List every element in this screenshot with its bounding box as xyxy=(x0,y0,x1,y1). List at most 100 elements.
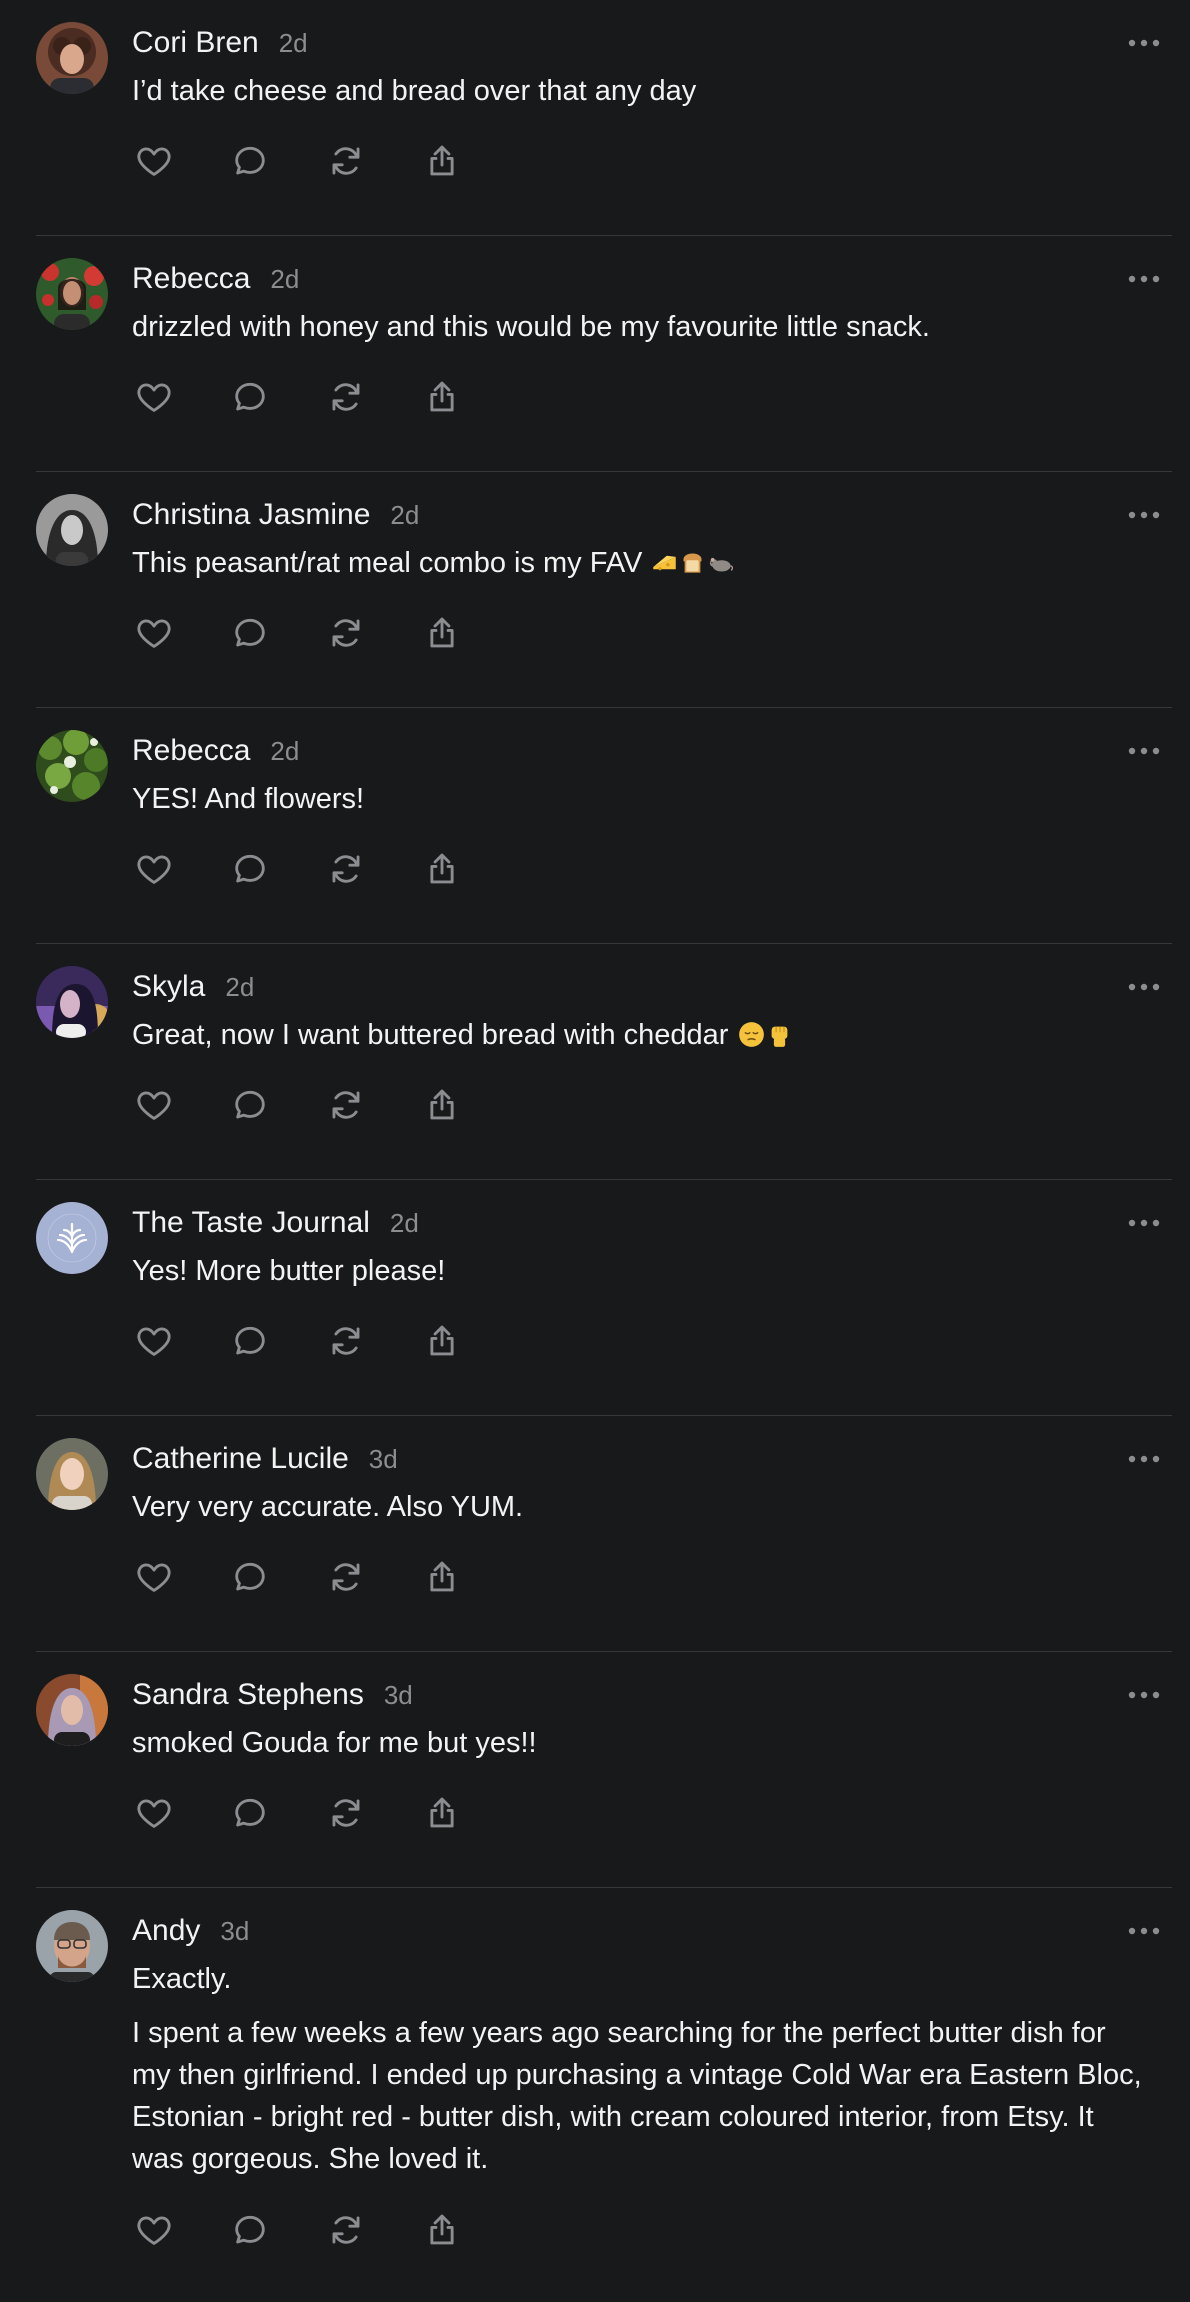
author-name[interactable]: Andy xyxy=(132,1914,200,1948)
post-text-content: This peasant/rat meal combo is my FAV xyxy=(132,547,643,579)
post-text-line: drizzled with honey and this would be my… xyxy=(132,311,930,343)
more-dots-icon[interactable] xyxy=(1122,1444,1166,1474)
share-icon[interactable] xyxy=(418,1321,466,1361)
repost-icon[interactable] xyxy=(322,849,370,889)
reply-post: The Taste Journal 2d Yes! More butter pl… xyxy=(0,1180,1190,1416)
author-name[interactable]: Sandra Stephens xyxy=(132,1678,364,1712)
speech-bubble-icon[interactable] xyxy=(226,849,274,889)
share-icon[interactable] xyxy=(418,141,466,181)
action-bar xyxy=(130,1793,466,1833)
action-bar xyxy=(130,141,466,181)
author-name[interactable]: Christina Jasmine xyxy=(132,498,370,532)
share-icon[interactable] xyxy=(418,377,466,417)
avatar[interactable] xyxy=(36,966,108,1038)
share-icon[interactable] xyxy=(418,1085,466,1125)
repost-icon[interactable] xyxy=(322,613,370,653)
timestamp: 2d xyxy=(389,1207,419,1238)
speech-bubble-icon[interactable] xyxy=(226,1321,274,1361)
avatar[interactable] xyxy=(36,1674,108,1746)
action-bar xyxy=(130,377,466,417)
heart-icon[interactable] xyxy=(130,141,178,181)
speech-bubble-icon[interactable] xyxy=(226,377,274,417)
avatar[interactable] xyxy=(36,1438,108,1510)
avatar[interactable] xyxy=(36,730,108,802)
avatar[interactable] xyxy=(36,1202,108,1274)
more-dots-icon[interactable] xyxy=(1122,1208,1166,1238)
author-name[interactable]: Rebecca xyxy=(132,262,250,296)
action-bar xyxy=(130,1321,466,1361)
share-icon[interactable] xyxy=(418,2210,466,2250)
more-dots-icon[interactable] xyxy=(1122,264,1166,294)
timestamp: 2d xyxy=(225,971,255,1002)
share-icon[interactable] xyxy=(418,1557,466,1597)
author-name[interactable]: Skyla xyxy=(132,970,205,1004)
post-text: Great, now I want buttered bread with ch… xyxy=(132,1014,1142,1056)
timestamp: 3d xyxy=(220,1915,250,1946)
heart-icon[interactable] xyxy=(130,1793,178,1833)
replies-thread: Cori Bren 2d I’d take cheese and bread o… xyxy=(0,0,1190,2302)
author-name[interactable]: The Taste Journal xyxy=(132,1206,370,1240)
post-text: drizzled with honey and this would be my… xyxy=(132,306,1142,348)
reply-post: Christina Jasmine 2d This peasant/rat me… xyxy=(0,472,1190,708)
avatar[interactable] xyxy=(36,258,108,330)
speech-bubble-icon[interactable] xyxy=(226,2210,274,2250)
timestamp: 3d xyxy=(383,1679,413,1710)
repost-icon[interactable] xyxy=(322,1321,370,1361)
repost-icon[interactable] xyxy=(322,1085,370,1125)
heart-icon[interactable] xyxy=(130,377,178,417)
post-text-paragraph: I spent a few weeks a few years ago sear… xyxy=(132,2017,1142,2175)
reply-post: Rebecca 2d YES! And flowers! xyxy=(0,708,1190,944)
speech-bubble-icon[interactable] xyxy=(226,1793,274,1833)
more-dots-icon[interactable] xyxy=(1122,736,1166,766)
author-name[interactable]: Rebecca xyxy=(132,734,250,768)
speech-bubble-icon[interactable] xyxy=(226,1085,274,1125)
more-dots-icon[interactable] xyxy=(1122,1680,1166,1710)
post-text-line: Exactly. xyxy=(132,1963,232,1995)
heart-icon[interactable] xyxy=(130,1321,178,1361)
share-icon[interactable] xyxy=(418,1793,466,1833)
avatar[interactable] xyxy=(36,1910,108,1982)
heart-icon[interactable] xyxy=(130,1085,178,1125)
post-text-line: I’d take cheese and bread over that any … xyxy=(132,75,697,107)
reply-post: Sandra Stephens 3d smoked Gouda for me b… xyxy=(0,1652,1190,1888)
speech-bubble-icon[interactable] xyxy=(226,613,274,653)
repost-icon[interactable] xyxy=(322,1557,370,1597)
post-text-line: Very very accurate. Also YUM. xyxy=(132,1491,524,1523)
post-text: YES! And flowers! xyxy=(132,778,1142,820)
action-bar xyxy=(130,613,466,653)
more-dots-icon[interactable] xyxy=(1122,500,1166,530)
more-dots-icon[interactable] xyxy=(1122,1916,1166,1946)
share-icon[interactable] xyxy=(418,849,466,889)
bread-emoji xyxy=(679,546,706,573)
heart-icon[interactable] xyxy=(130,2210,178,2250)
heart-icon[interactable] xyxy=(130,849,178,889)
post-text: I’d take cheese and bread over that any … xyxy=(132,70,1142,112)
heart-icon[interactable] xyxy=(130,1557,178,1597)
action-bar xyxy=(130,2210,466,2250)
post-text-line: YES! And flowers! xyxy=(132,783,365,815)
timestamp: 2d xyxy=(390,499,420,530)
avatar[interactable] xyxy=(36,494,108,566)
action-bar xyxy=(130,1557,466,1597)
speech-bubble-icon[interactable] xyxy=(226,1557,274,1597)
action-bar xyxy=(130,849,466,889)
repost-icon[interactable] xyxy=(322,2210,370,2250)
post-text: Yes! More butter please! xyxy=(132,1250,1142,1292)
speech-bubble-icon[interactable] xyxy=(226,141,274,181)
post-text: Exactly. I spent a few weeks a few years… xyxy=(132,1958,1142,2180)
share-icon[interactable] xyxy=(418,613,466,653)
heart-icon[interactable] xyxy=(130,613,178,653)
timestamp: 3d xyxy=(368,1443,398,1474)
repost-icon[interactable] xyxy=(322,141,370,181)
author-name[interactable]: Catherine Lucile xyxy=(132,1442,349,1476)
post-text-line: smoked Gouda for me but yes!! xyxy=(132,1727,537,1759)
avatar[interactable] xyxy=(36,22,108,94)
repost-icon[interactable] xyxy=(322,1793,370,1833)
more-dots-icon[interactable] xyxy=(1122,28,1166,58)
author-name[interactable]: Cori Bren xyxy=(132,26,259,60)
reply-post: Skyla 2d Great, now I want buttered brea… xyxy=(0,944,1190,1180)
cheese-emoji xyxy=(651,546,678,573)
more-dots-icon[interactable] xyxy=(1122,972,1166,1002)
timestamp: 2d xyxy=(270,735,300,766)
repost-icon[interactable] xyxy=(322,377,370,417)
